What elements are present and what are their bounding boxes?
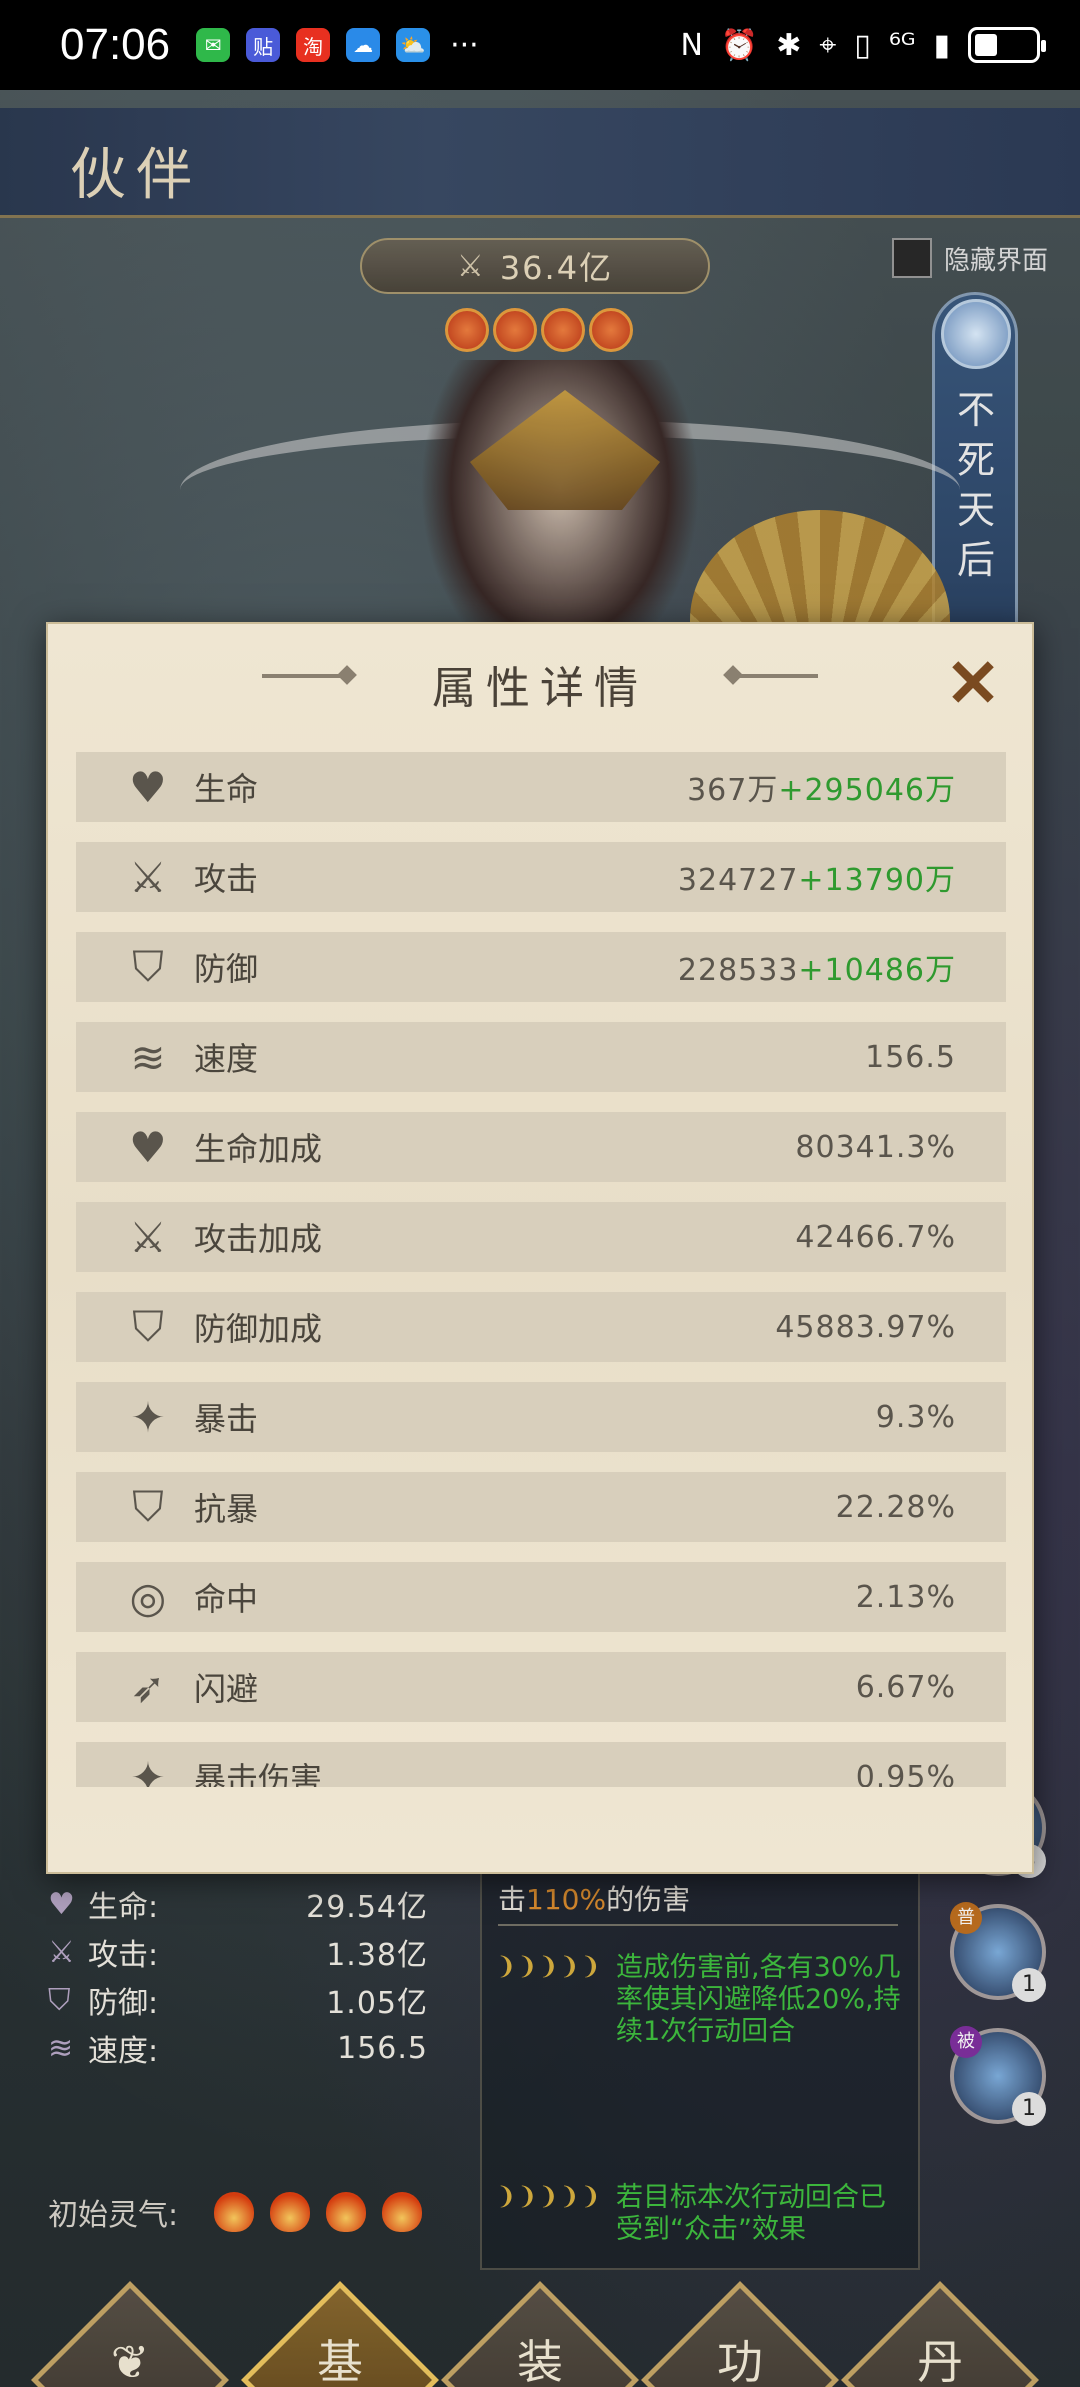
attribute-value: 6.67%	[856, 1670, 956, 1705]
shield-icon: ⛉	[132, 942, 164, 991]
attribute-details-dialog: 属性详情 ✕ ♥ 生命 367万+295046万 ⚔ 攻击 324727+13790万 ⛉ 防…	[46, 622, 1034, 1874]
attribute-label: 防御加成	[194, 1310, 323, 1348]
attribute-base-value: 45883.97%	[775, 1309, 956, 1345]
header-ornament-right	[732, 674, 818, 678]
attribute-base-value: 42466.7%	[795, 1219, 956, 1255]
tieba-icon: 贴	[246, 28, 281, 62]
dialog-title: 属性详情	[432, 663, 648, 714]
status-indicator-icon: ✱	[776, 27, 802, 63]
notification-icons: ✉ 贴淘 ☁ ⛅	[188, 28, 438, 62]
attribute-label: 命中	[194, 1580, 259, 1618]
attribute-value: 0.95%	[856, 1760, 956, 1788]
wechat-icon: ✉	[196, 28, 231, 62]
attribute-row: ➶ 闪避 6.67%	[76, 1652, 1006, 1722]
attribute-bonus-value: +10486万	[798, 953, 956, 988]
attribute-value: 9.3%	[876, 1400, 956, 1435]
attribute-row: ◎ 命中 2.13%	[76, 1562, 1006, 1632]
attribute-value: 2.13%	[856, 1580, 956, 1615]
attribute-base-value: 324727	[677, 863, 799, 898]
attribute-row: ♥ 生命加成 80341.3%	[76, 1112, 1006, 1182]
attribute-base-value: 6.67%	[855, 1669, 956, 1705]
attribute-value: 156.5	[865, 1040, 956, 1075]
attribute-value: 22.28%	[836, 1490, 956, 1525]
attribute-row: ⛉ 防御 228533+10486万	[76, 932, 1006, 1002]
attribute-value: 324727+13790万	[678, 855, 956, 899]
attribute-bonus-value: +295046万	[778, 773, 956, 808]
dodge-wing-icon: ➶	[130, 1662, 166, 1712]
attribute-label: 防御	[194, 950, 259, 988]
attribute-base-value: 228533	[677, 953, 799, 988]
attribute-base-value: 367万	[687, 773, 779, 808]
attribute-label: 抗暴	[194, 1490, 259, 1528]
status-indicator-icon: ⁶ᴳ	[888, 27, 916, 63]
attribute-label: 攻击加成	[194, 1220, 323, 1258]
close-button[interactable]: ✕	[938, 648, 1008, 718]
speed-icon: ≋	[130, 1032, 166, 1082]
cloud-icon: ☁	[346, 28, 381, 62]
sword-icon: ⚔	[129, 852, 167, 902]
attribute-bonus-value: +13790万	[798, 863, 956, 898]
attribute-base-value: 156.5	[865, 1039, 956, 1075]
status-indicator-icon: ⌖	[819, 27, 837, 63]
attribute-base-value: 2.13%	[855, 1579, 956, 1615]
dialog-header: 属性详情 ✕	[48, 624, 1032, 734]
weather-icon: ⛅	[396, 28, 431, 62]
status-indicator-icon: ▯	[854, 27, 871, 63]
attribute-row: ⚔ 攻击加成 42466.7%	[76, 1202, 1006, 1272]
taobao-icon: 淘	[296, 28, 331, 62]
attribute-base-value: 0.95%	[855, 1759, 956, 1788]
heart-icon: ♥	[129, 762, 167, 812]
system-indicators: N ⏰ ✱ ⌖ ▯ ⁶ᴳ ▮	[680, 27, 1046, 63]
shield-plus-icon: ⛉	[132, 1302, 164, 1351]
attribute-value: 42466.7%	[795, 1220, 956, 1255]
attribute-row: ✦ 暴击 9.3%	[76, 1382, 1006, 1452]
status-indicator-icon: ⏰	[720, 27, 759, 63]
attribute-base-value: 80341.3%	[795, 1129, 956, 1165]
anti-crit-icon: ⛉	[132, 1482, 164, 1531]
status-time: 07:06	[60, 20, 171, 69]
attribute-base-value: 9.3%	[875, 1399, 956, 1435]
crit-damage-icon: ✦	[130, 1752, 166, 1788]
attribute-base-value: 22.28%	[835, 1489, 956, 1525]
attribute-value: 367万+295046万	[687, 765, 956, 809]
attribute-label: 速度	[194, 1040, 259, 1078]
status-indicator-icon: ▮	[933, 27, 950, 63]
attribute-value: 80341.3%	[795, 1130, 956, 1165]
attribute-row: ⚔ 攻击 324727+13790万	[76, 842, 1006, 912]
status-indicator-icon: N	[680, 27, 703, 63]
attribute-label: 暴击	[194, 1400, 259, 1438]
attribute-label: 攻击	[194, 860, 259, 898]
attribute-label: 生命加成	[194, 1130, 323, 1168]
crit-icon: ✦	[130, 1392, 166, 1442]
sword-plus-icon: ⚔	[129, 1212, 167, 1262]
target-icon: ◎	[129, 1572, 167, 1622]
status-bar: 07:06 ✉ 贴淘 ☁ ⛅ ··· N ⏰ ✱ ⌖ ▯ ⁶ᴳ ▮	[0, 0, 1080, 90]
attribute-label: 闪避	[194, 1670, 259, 1708]
attribute-value: 228533+10486万	[678, 945, 956, 989]
attribute-label: 生命	[194, 770, 259, 808]
attribute-row: ♥ 生命 367万+295046万	[76, 752, 1006, 822]
attribute-row: ⛉ 防御加成 45883.97%	[76, 1292, 1006, 1362]
attribute-row: ✦ 暴击伤害 0.95%	[76, 1742, 1006, 1787]
attribute-value: 45883.97%	[775, 1310, 956, 1345]
dialog-bottom-fade	[48, 1792, 1032, 1872]
attribute-list[interactable]: ♥ 生命 367万+295046万 ⚔ 攻击 324727+13790万 ⛉ 防御 228533…	[76, 752, 1006, 1787]
attribute-label: 暴击伤害	[194, 1760, 323, 1787]
battery-icon	[968, 27, 1046, 63]
attribute-row: ⛉ 抗暴 22.28%	[76, 1472, 1006, 1542]
attribute-row: ≋ 速度 156.5	[76, 1022, 1006, 1092]
heart-plus-icon: ♥	[129, 1122, 167, 1172]
more-notifications-icon: ···	[450, 27, 479, 63]
